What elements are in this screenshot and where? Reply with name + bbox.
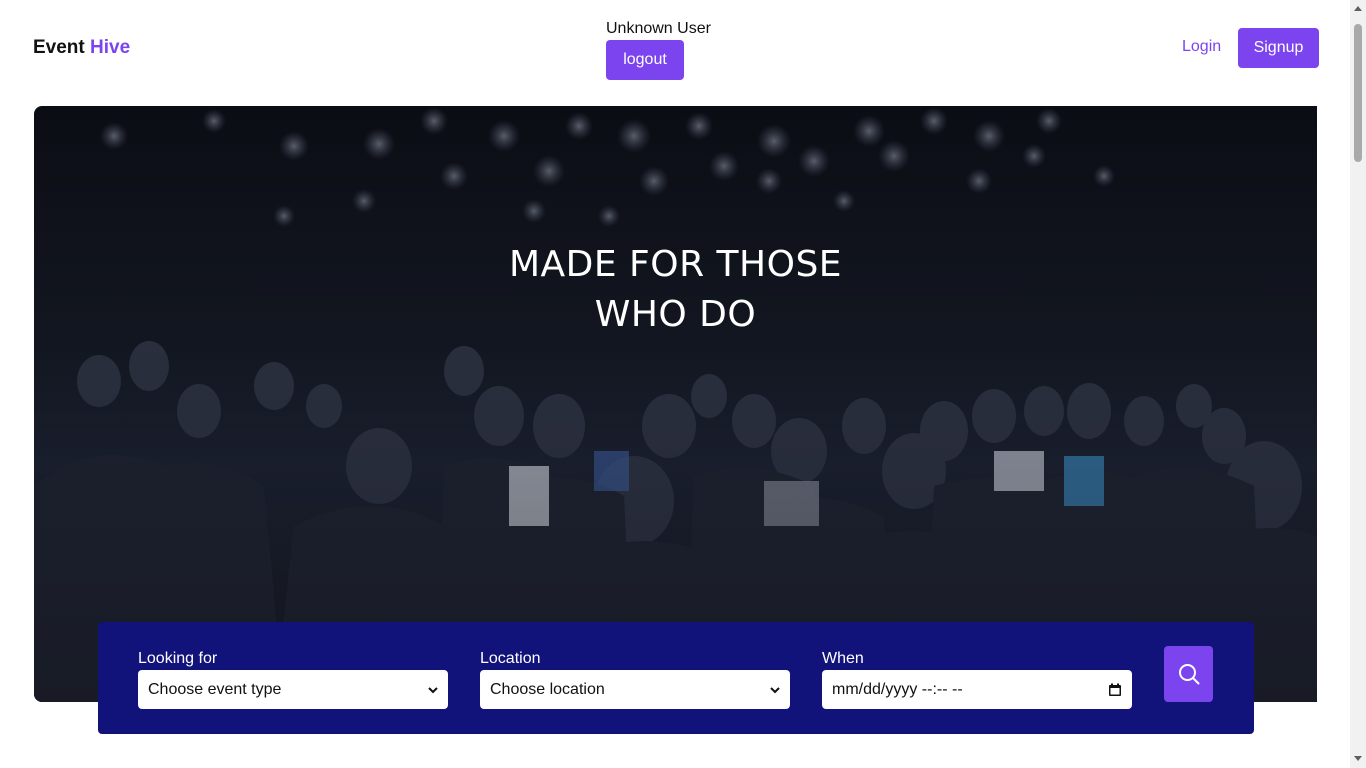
scroll-up-icon[interactable] [1354,6,1362,11]
location-field: Location Choose location [480,650,790,709]
location-select[interactable]: Choose location [480,670,790,709]
page-scrollbar[interactable] [1350,0,1366,768]
search-icon [1178,664,1199,685]
user-block: Unknown User logout [606,19,711,80]
chevron-down-icon [428,686,438,693]
chevron-down-icon [770,686,780,693]
datetime-placeholder: mm/dd/yyyy --:-- -- [832,680,963,698]
event-type-select[interactable]: Choose event type [138,670,448,709]
looking-for-field: Looking for Choose event type [138,650,448,709]
scrollbar-thumb[interactable] [1354,24,1362,162]
looking-for-label: Looking for [138,650,218,667]
location-label: Location [480,650,541,667]
datetime-input[interactable]: mm/dd/yyyy --:-- -- [822,670,1132,709]
logout-button[interactable]: logout [606,40,684,80]
brand-accent: Hive [90,37,131,58]
event-type-value: Choose event type [148,680,282,698]
search-button[interactable] [1164,646,1213,702]
hero-background-image [34,106,1317,702]
calendar-icon[interactable] [1108,683,1122,697]
when-label: When [822,650,864,667]
user-name: Unknown User [606,20,711,37]
hero-title: MADE FOR THOSE WHO DO [34,240,1317,340]
hero-banner: MADE FOR THOSE WHO DO [34,106,1317,702]
login-link[interactable]: Login [1182,38,1221,56]
hero-title-line-1: MADE FOR THOSE [508,244,843,285]
brand-logo[interactable]: Event Hive [33,37,130,59]
signup-button[interactable]: Signup [1238,28,1319,68]
event-search-panel: Looking for Choose event type Location C… [98,622,1254,734]
scroll-down-icon[interactable] [1354,756,1362,761]
location-value: Choose location [490,680,605,698]
hero-title-line-2: WHO DO [594,294,757,335]
when-field: When mm/dd/yyyy --:-- -- [822,650,1132,709]
brand-main: Event [33,37,85,58]
